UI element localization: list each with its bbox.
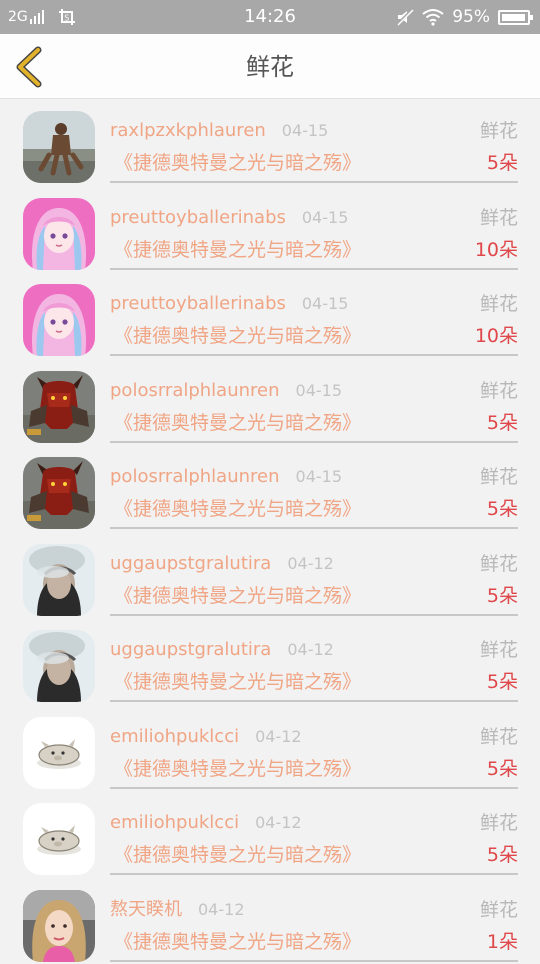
work-title: 《捷德奥特曼之光与暗之殇》 <box>114 151 361 175</box>
gift-quantity: 5朵 <box>487 151 518 175</box>
gift-date: 04-12 <box>287 554 334 573</box>
work-title: 《捷德奥特曼之光与暗之殇》 <box>114 238 361 262</box>
gift-quantity: 10朵 <box>475 324 518 348</box>
username: emiliohpuklcci <box>110 812 239 833</box>
battery-icon <box>498 10 530 25</box>
gift-type: 鲜花 <box>480 120 518 142</box>
row-divider <box>110 527 518 529</box>
smoke-face-avatar[interactable] <box>23 630 95 702</box>
status-right: 95% <box>396 7 530 27</box>
row-divider <box>110 268 518 270</box>
gift-date: 04-12 <box>255 813 302 832</box>
wifi-icon <box>422 8 444 26</box>
row-divider <box>110 614 518 616</box>
gift-date: 04-15 <box>302 208 349 227</box>
warrior-avatar[interactable] <box>23 371 95 443</box>
row-divider <box>110 787 518 789</box>
gift-quantity: 10朵 <box>475 238 518 262</box>
username: polosrralphlaunren <box>110 466 280 487</box>
gift-record-row[interactable]: preuttoyballerinabs 04-15 鲜花 《捷德奥特曼之光与暗之殇… <box>0 186 540 273</box>
smoke-face-avatar[interactable] <box>23 544 95 616</box>
cartoon-pig-avatar[interactable] <box>23 803 95 875</box>
work-title: 《捷德奥特曼之光与暗之殇》 <box>114 670 361 694</box>
gift-quantity: 1朵 <box>487 930 518 954</box>
gift-record-row[interactable]: polosrralphlaunren 04-15 鲜花 《捷德奥特曼之光与暗之殇》… <box>0 445 540 532</box>
gift-type: 鲜花 <box>480 207 518 229</box>
anime-girl-avatar[interactable] <box>23 198 95 270</box>
row-divider <box>110 354 518 356</box>
battery-percent: 95% <box>452 7 490 27</box>
gift-type: 鲜花 <box>480 466 518 488</box>
work-title: 《捷德奥特曼之光与暗之殇》 <box>114 584 361 608</box>
row-divider <box>110 441 518 443</box>
username: uggaupstgralutira <box>110 553 271 574</box>
gift-type: 鲜花 <box>480 380 518 402</box>
gift-record-row[interactable]: uggaupstgralutira04-12 鲜花 《捷德奥特曼之光与暗之殇》 … <box>0 532 540 619</box>
warrior-avatar[interactable] <box>23 457 95 529</box>
mute-icon <box>396 8 414 26</box>
gift-date: 04-12 <box>287 640 334 659</box>
gift-quantity: 5朵 <box>487 843 518 867</box>
page-title: 鲜花 <box>0 52 540 82</box>
row-divider <box>110 873 518 875</box>
username: preuttoyballerinabs <box>110 207 286 228</box>
gift-type: 鲜花 <box>480 639 518 661</box>
gift-date: 04-15 <box>296 381 343 400</box>
work-title: 《捷德奥特曼之光与暗之殇》 <box>114 497 361 521</box>
gift-type: 鲜花 <box>480 553 518 575</box>
username: polosrralphlaunren <box>110 380 280 401</box>
work-title: 《捷德奥特曼之光与暗之殇》 <box>114 930 361 954</box>
username: uggaupstgralutira <box>110 639 271 660</box>
cartoon-pig-avatar[interactable] <box>23 717 95 789</box>
gift-quantity: 5朵 <box>487 584 518 608</box>
gift-record-row[interactable]: uggaupstgralutira04-12 鲜花 《捷德奥特曼之光与暗之殇》 … <box>0 618 540 705</box>
anime-girl-avatar[interactable] <box>23 284 95 356</box>
gift-date: 04-15 <box>302 294 349 313</box>
gift-record-row[interactable]: raxlpzxkphlauren 04-15 鲜花 《捷德奥特曼之光与暗之殇》 5… <box>0 99 540 186</box>
gift-quantity: 5朵 <box>487 497 518 521</box>
username: 熬天睽机 <box>110 899 182 920</box>
work-title: 《捷德奥特曼之光与暗之殇》 <box>114 843 361 867</box>
nav-bar: 鲜花 <box>0 34 540 99</box>
gift-record-list: raxlpzxkphlauren 04-15 鲜花 《捷德奥特曼之光与暗之殇》 5… <box>0 99 540 964</box>
username: raxlpzxkphlauren <box>110 120 266 141</box>
gift-record-row[interactable]: emiliohpuklcci 04-12 鲜花 《捷德奥特曼之光与暗之殇》 5朵 <box>0 705 540 792</box>
gift-record-row[interactable]: polosrralphlaunren 04-15 鲜花 《捷德奥特曼之光与暗之殇》… <box>0 359 540 446</box>
beach-man-avatar[interactable] <box>23 111 95 183</box>
work-title: 《捷德奥特曼之光与暗之殇》 <box>114 411 361 435</box>
gift-quantity: 5朵 <box>487 670 518 694</box>
girl-photo-avatar[interactable] <box>23 890 95 962</box>
gift-date: 04-15 <box>296 467 343 486</box>
gift-record-row[interactable]: preuttoyballerinabs 04-15 鲜花 《捷德奥特曼之光与暗之殇… <box>0 272 540 359</box>
row-divider <box>110 700 518 702</box>
gift-type: 鲜花 <box>480 899 518 921</box>
work-title: 《捷德奥特曼之光与暗之殇》 <box>114 757 361 781</box>
username: emiliohpuklcci <box>110 726 239 747</box>
row-divider <box>110 181 518 183</box>
gift-quantity: 5朵 <box>487 411 518 435</box>
gift-type: 鲜花 <box>480 726 518 748</box>
gift-date: 04-12 <box>198 900 245 919</box>
gift-quantity: 5朵 <box>487 757 518 781</box>
gift-type: 鲜花 <box>480 293 518 315</box>
gift-date: 04-12 <box>255 727 302 746</box>
gift-type: 鲜花 <box>480 812 518 834</box>
gift-date: 04-15 <box>282 121 329 140</box>
gift-record-row[interactable]: emiliohpuklcci 04-12 鲜花 《捷德奥特曼之光与暗之殇》 5朵 <box>0 791 540 878</box>
work-title: 《捷德奥特曼之光与暗之殇》 <box>114 324 361 348</box>
username: preuttoyballerinabs <box>110 293 286 314</box>
status-bar: 2G S 14:26 95% <box>0 0 540 34</box>
gift-record-row[interactable]: 熬天睽机 04-12 鲜花 《捷德奥特曼之光与暗之殇》 1朵 <box>0 878 540 964</box>
